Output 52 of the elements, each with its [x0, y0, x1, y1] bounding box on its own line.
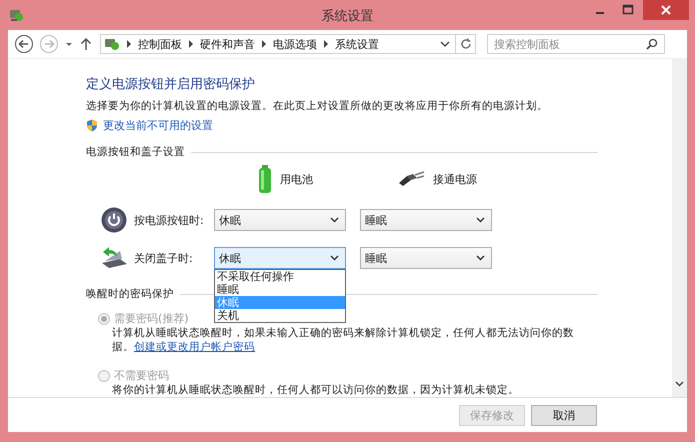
- scroll-down-icon[interactable]: [675, 381, 684, 387]
- column-label: 用电池: [280, 172, 313, 186]
- dropdown-option[interactable]: 关机: [215, 309, 345, 322]
- chevron-down-icon: [476, 255, 485, 261]
- breadcrumb[interactable]: 硬件和声音: [200, 36, 255, 52]
- search-icon: [646, 38, 658, 50]
- change-settings-link[interactable]: 更改当前不可用的设置: [103, 118, 213, 133]
- chevron-icon: [261, 40, 267, 48]
- laptop-icon: [100, 246, 128, 270]
- address-bar[interactable]: 控制面板 硬件和声音 电源选项 系统设置: [100, 34, 456, 54]
- breadcrumb[interactable]: 控制面板: [138, 36, 182, 52]
- breadcrumb[interactable]: 电源选项: [273, 36, 317, 52]
- scrollbar[interactable]: [672, 59, 687, 397]
- page-description: 选择要为你的计算机设置的电源设置。在此页上对设置所做的更改将应用于你所有的电源计划。: [86, 99, 549, 113]
- control-panel-icon: [104, 36, 120, 52]
- search-field[interactable]: 搜索控制面板: [487, 34, 665, 54]
- control-panel-icon: [8, 7, 24, 23]
- radio-label: 不需要密码: [114, 368, 169, 383]
- close-icon: [660, 4, 672, 16]
- dropdown-caret-icon[interactable]: [440, 40, 450, 48]
- row-label: 关闭盖子时:: [134, 250, 194, 266]
- section-heading: 唤醒时的密码保护: [86, 287, 174, 301]
- shield-icon: [86, 119, 98, 132]
- dropdown[interactable]: 睡眠: [360, 247, 492, 269]
- page-heading: 定义电源按钮并启用密码保护: [86, 76, 256, 93]
- up-arrow-icon[interactable]: [79, 36, 93, 52]
- dropdown-option[interactable]: 睡眠: [215, 283, 345, 296]
- battery-icon: [258, 165, 272, 193]
- column-label: 接通电源: [433, 172, 477, 186]
- row-label: 按电源按钮时:: [134, 212, 205, 228]
- section-heading: 电源按钮和盖子设置: [86, 145, 185, 159]
- breadcrumb[interactable]: 系统设置: [335, 36, 379, 52]
- close-button[interactable]: [643, 0, 689, 20]
- refresh-icon: [460, 38, 472, 50]
- chevron-down-icon: [330, 255, 339, 261]
- refresh-button[interactable]: [456, 34, 476, 54]
- dropdown[interactable]: 睡眠: [360, 209, 492, 231]
- dialog-button[interactable]: 取消: [531, 404, 597, 426]
- option-description: 计算机从睡眠状态唤醒时，如果未输入正确的密码来解除计算机锁定，任何人都无法访问你的数据。创建或更改用户帐户密码: [112, 326, 575, 354]
- dropdown-option[interactable]: 不采取任何操作: [215, 270, 345, 283]
- chevron-down-icon: [476, 217, 485, 223]
- chevron-icon: [188, 40, 194, 48]
- plug-icon: [397, 171, 425, 187]
- option-description: 将你的计算机从睡眠状态唤醒时，任何人都可以访问你的数据，因为计算机未锁定。: [112, 383, 520, 397]
- chevron-icon: [323, 40, 329, 48]
- window-title: 系统设置: [322, 8, 374, 25]
- back-icon[interactable]: [14, 34, 34, 54]
- power-button-icon: [101, 207, 127, 233]
- chevron-icon: [126, 40, 132, 48]
- radio-label: 需要密码(推荐): [114, 311, 189, 326]
- chevron-down-icon: [330, 217, 339, 223]
- dropdown[interactable]: 休眠: [214, 209, 346, 231]
